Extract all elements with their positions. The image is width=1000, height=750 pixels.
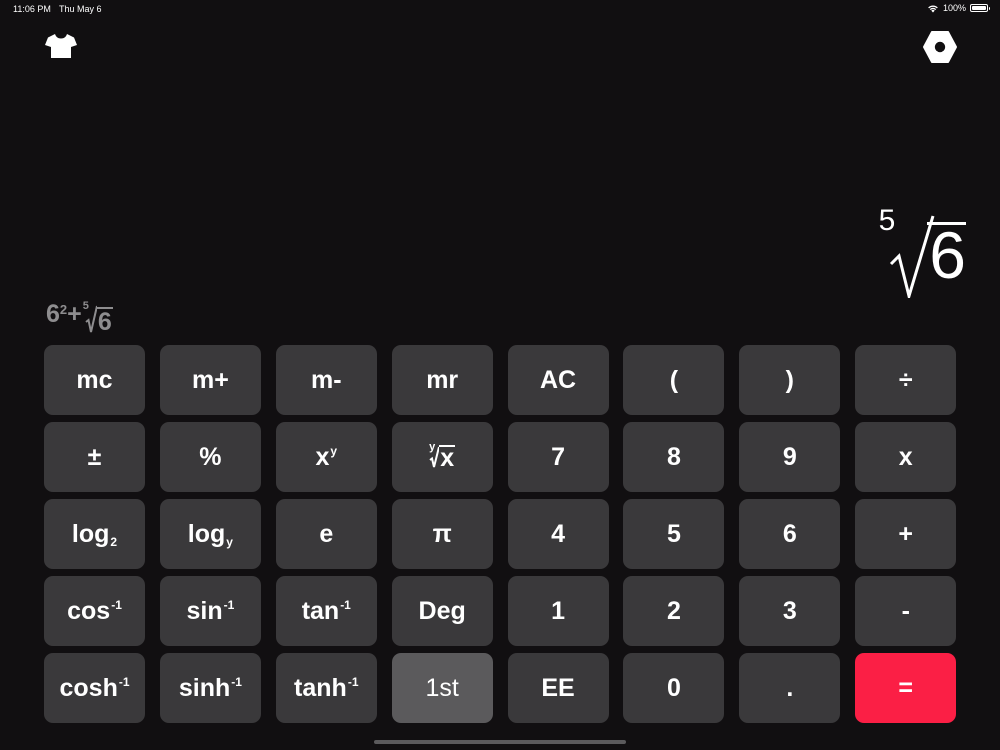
arccosh-sup-label: -1 <box>118 675 130 689</box>
open-paren-button[interactable]: ( <box>623 345 725 415</box>
arcsin-sup-label: -1 <box>223 598 235 612</box>
power-exp-label: y <box>330 444 338 458</box>
power-base-label: x <box>315 442 330 471</box>
logy-sub-label: y <box>226 535 233 549</box>
euler-button[interactable]: e <box>275 499 377 569</box>
arccos-base-label: cos <box>67 596 111 625</box>
arcsin-button[interactable]: sin -1 <box>159 576 261 646</box>
digit-3-button[interactable]: 3 <box>739 576 841 646</box>
digit-1-button[interactable]: 1 <box>507 576 609 646</box>
first-functions-toggle-button[interactable]: 1st <box>391 653 493 723</box>
nth-root-button[interactable]: y x <box>391 422 493 492</box>
log2-base-label: log <box>71 519 110 548</box>
digit-6-button[interactable]: 6 <box>739 499 841 569</box>
arctan-base-label: tan <box>301 596 340 625</box>
arccosh-button[interactable]: cosh -1 <box>44 653 145 723</box>
wifi-icon <box>928 5 938 12</box>
arcsinh-base-label: sinh <box>178 673 231 702</box>
battery-icon <box>970 4 990 12</box>
status-date: Thu May 6 <box>59 4 102 14</box>
arctan-button[interactable]: tan -1 <box>275 576 377 646</box>
close-paren-button[interactable]: ) <box>739 345 841 415</box>
logy-base-label: log <box>187 519 226 548</box>
nth-root-radicand-label: x <box>439 444 456 472</box>
logy-button[interactable]: log y <box>159 499 261 569</box>
result-display: 5 6 <box>879 204 966 304</box>
digit-8-button[interactable]: 8 <box>623 422 725 492</box>
exponent-ee-button[interactable]: EE <box>507 653 609 723</box>
log2-sub-label: 2 <box>110 535 118 549</box>
degree-mode-button[interactable]: Deg <box>391 576 493 646</box>
arcsinh-sup-label: -1 <box>231 675 242 689</box>
expression-radical-sign <box>85 305 97 333</box>
expression-radicand: 6 <box>96 307 113 336</box>
status-bar: 11:06 PM Thu May 6 100% <box>0 0 1000 18</box>
expression-display: 6 2 + 5 6 <box>46 300 113 336</box>
expression-operator: + <box>67 300 82 328</box>
digit-2-button[interactable]: 2 <box>623 576 725 646</box>
arctanh-button[interactable]: tanh -1 <box>275 653 377 723</box>
arctanh-sup-label: -1 <box>347 675 359 689</box>
equals-button[interactable]: = <box>855 653 957 723</box>
memory-recall-button[interactable]: mr <box>391 345 493 415</box>
arctan-sup-label: -1 <box>340 598 351 612</box>
display-radicand: 6 <box>927 218 966 292</box>
percent-button[interactable]: % <box>159 422 261 492</box>
battery-fill <box>972 6 986 10</box>
digit-4-button[interactable]: 4 <box>507 499 609 569</box>
multiply-button[interactable]: x <box>855 422 957 492</box>
memory-clear-button[interactable]: mc <box>44 345 145 415</box>
divide-button[interactable]: ÷ <box>855 345 957 415</box>
digit-5-button[interactable]: 5 <box>623 499 725 569</box>
hexagon-gear-icon[interactable] <box>922 30 958 64</box>
battery-percent: 100% <box>942 3 966 13</box>
arcsin-base-label: sin <box>186 596 223 625</box>
digit-7-button[interactable]: 7 <box>507 422 609 492</box>
minus-button[interactable]: - <box>855 576 957 646</box>
arccosh-base-label: cosh <box>59 673 118 702</box>
digit-0-button[interactable]: 0 <box>623 653 725 723</box>
pi-button[interactable]: π <box>391 499 493 569</box>
log2-button[interactable]: log 2 <box>44 499 145 569</box>
arctanh-base-label: tanh <box>294 673 347 702</box>
expression-base: 6 <box>46 300 60 328</box>
home-indicator[interactable] <box>374 740 626 744</box>
status-time: 11:06 PM <box>13 4 51 14</box>
memory-add-button[interactable]: m+ <box>159 345 261 415</box>
plus-button[interactable]: + <box>855 499 957 569</box>
nth-root-index-label: y <box>429 441 436 453</box>
arcsinh-button[interactable]: sinh -1 <box>159 653 261 723</box>
arccos-button[interactable]: cos -1 <box>44 576 145 646</box>
power-button[interactable]: xy <box>275 422 377 492</box>
status-right: 100% <box>927 3 990 13</box>
arccos-sup-label: -1 <box>111 598 122 612</box>
keypad: mc m+ m- mr AC ( ) ÷ ± % xy y x 7 8 9 x … <box>44 345 957 723</box>
memory-subtract-button[interactable]: m- <box>275 345 377 415</box>
plus-minus-button[interactable]: ± <box>44 422 145 492</box>
all-clear-button[interactable]: AC <box>507 345 609 415</box>
expression-exponent: 2 <box>59 302 68 317</box>
decimal-button[interactable]: . <box>739 653 841 723</box>
tshirt-icon[interactable] <box>44 32 78 60</box>
digit-9-button[interactable]: 9 <box>739 422 841 492</box>
